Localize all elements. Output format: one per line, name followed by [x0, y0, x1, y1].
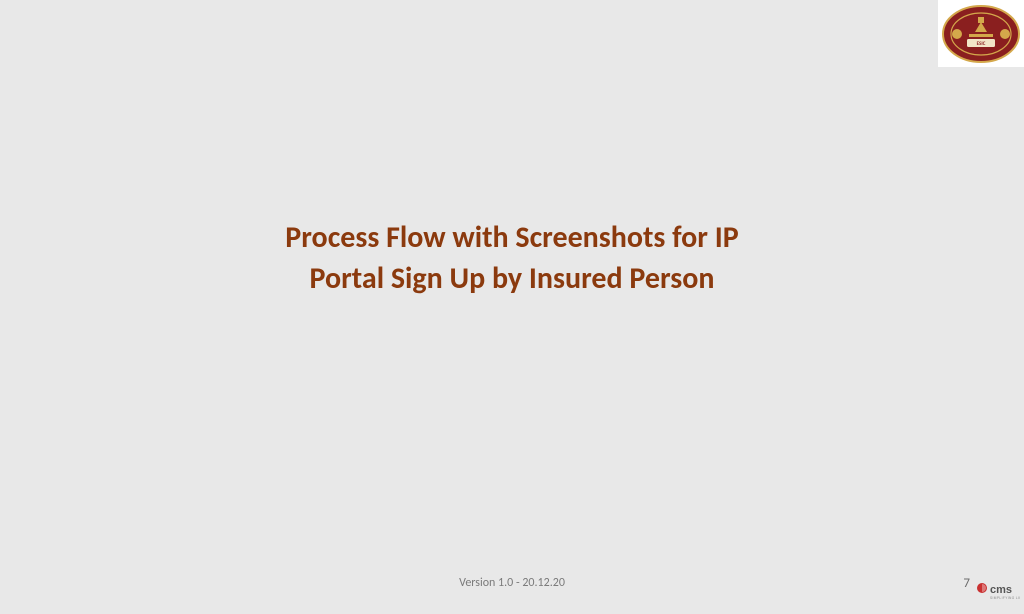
esic-logo: ESIC [938, 0, 1024, 67]
cms-brand-icon: cms SIMPLIFYING LIFE [976, 580, 1020, 602]
page-number: 7 [963, 576, 970, 591]
title-line-2: Portal Sign Up by Insured Person [0, 259, 1024, 300]
slide-footer: Version 1.0 - 20.12.20 7 [0, 576, 1024, 596]
esic-emblem-icon: ESIC [941, 4, 1021, 64]
slide-title: Process Flow with Screenshots for IP Por… [0, 218, 1024, 299]
cms-logo: cms SIMPLIFYING LIFE [976, 580, 1020, 602]
svg-text:ESIC: ESIC [977, 41, 986, 47]
version-label: Version 1.0 - 20.12.20 [459, 576, 565, 590]
svg-text:SIMPLIFYING LIFE: SIMPLIFYING LIFE [990, 596, 1020, 600]
title-line-1: Process Flow with Screenshots for IP [0, 218, 1024, 259]
svg-text:cms: cms [990, 584, 1012, 596]
